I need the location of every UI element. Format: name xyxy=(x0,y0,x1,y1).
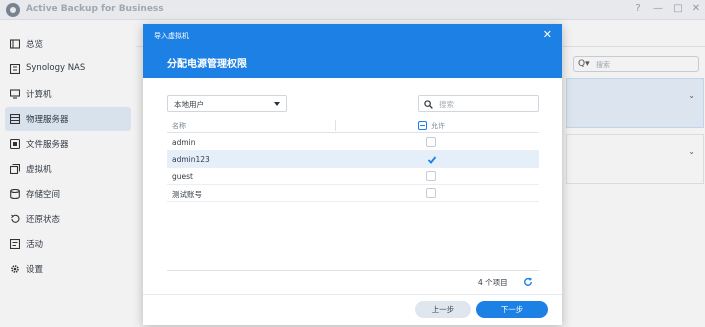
dialog-search-input[interactable]: 搜索 xyxy=(418,95,539,112)
dialog-title: 分配电源管理权限 xyxy=(167,59,247,70)
dialog-footer: 上一步 下一步 xyxy=(143,294,562,325)
table-row[interactable]: admin xyxy=(167,134,539,151)
allow-checkbox[interactable] xyxy=(426,154,437,164)
table-row[interactable]: 测试账号 xyxy=(167,185,539,202)
user-name: 测试账号 xyxy=(172,190,202,199)
column-divider xyxy=(335,120,336,131)
table-header: 名称 允许 xyxy=(167,118,539,133)
table-footer: 4 个项目 xyxy=(167,270,539,293)
item-count: 4 个项目 xyxy=(478,278,508,287)
refresh-icon[interactable] xyxy=(523,277,533,287)
user-type-value: 本地用户 xyxy=(174,100,204,109)
table-row[interactable]: admin123 xyxy=(167,151,539,168)
allow-checkbox[interactable] xyxy=(426,171,436,181)
column-header-allow: 允许 xyxy=(431,122,445,130)
dialog-window-title: 导入虚拟机 xyxy=(154,32,189,40)
previous-button[interactable]: 上一步 xyxy=(415,301,471,318)
table-row[interactable]: guest xyxy=(167,168,539,185)
dialog-header: 导入虚拟机 ✕ 分配电源管理权限 xyxy=(143,24,562,78)
column-header-name: 名称 xyxy=(172,122,186,130)
close-icon[interactable]: ✕ xyxy=(543,28,552,41)
allow-checkbox[interactable] xyxy=(426,137,436,147)
allow-checkbox[interactable] xyxy=(426,188,436,198)
user-name: admin xyxy=(172,138,196,147)
user-name: admin123 xyxy=(172,155,210,164)
dialog-search-placeholder: 搜索 xyxy=(439,100,454,109)
caret-down-icon xyxy=(274,102,280,106)
select-all-checkbox[interactable] xyxy=(418,121,427,130)
search-icon xyxy=(424,100,433,109)
next-button[interactable]: 下一步 xyxy=(476,301,548,318)
user-type-select[interactable]: 本地用户 xyxy=(167,95,287,112)
power-permission-dialog: 导入虚拟机 ✕ 分配电源管理权限 本地用户 搜索 名称 允许 admin adm… xyxy=(143,24,562,325)
checkmark-icon xyxy=(427,156,437,164)
user-name: guest xyxy=(172,172,193,181)
